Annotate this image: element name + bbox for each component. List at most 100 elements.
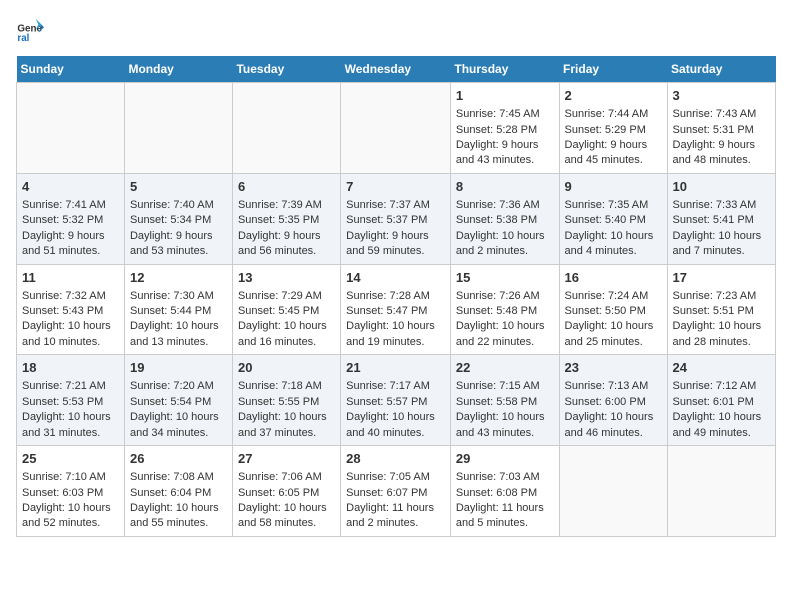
day-info-line: Daylight: 10 hours: [673, 319, 770, 334]
day-info-line: Sunrise: 7:40 AM: [130, 198, 227, 213]
day-info-line: Sunset: 5:38 PM: [456, 213, 554, 228]
day-info-line: Sunrise: 7:06 AM: [238, 470, 335, 485]
day-info-line: Sunset: 6:03 PM: [22, 486, 119, 501]
calendar-cell: 24Sunrise: 7:12 AMSunset: 6:01 PMDayligh…: [667, 355, 775, 446]
day-info-line: Sunrise: 7:20 AM: [130, 379, 227, 394]
day-info-line: Daylight: 10 hours: [130, 501, 227, 516]
calendar-cell: [232, 83, 340, 174]
day-info-line: Sunset: 5:37 PM: [346, 213, 445, 228]
day-number: 10: [673, 178, 770, 196]
day-info-line: and 53 minutes.: [130, 244, 227, 259]
day-info-line: and 40 minutes.: [346, 426, 445, 441]
calendar-cell: 6Sunrise: 7:39 AMSunset: 5:35 PMDaylight…: [232, 173, 340, 264]
day-number: 19: [130, 359, 227, 377]
day-info-line: and 58 minutes.: [238, 516, 335, 531]
day-info-line: Sunrise: 7:33 AM: [673, 198, 770, 213]
day-info-line: Daylight: 10 hours: [22, 410, 119, 425]
day-info-line: Daylight: 9 hours: [565, 138, 662, 153]
day-info-line: and 5 minutes.: [456, 516, 554, 531]
day-info-line: Sunrise: 7:43 AM: [673, 107, 770, 122]
calendar-cell: 23 Sunrise: 7:13 AMSunset: 6:00 PMDayligh…: [559, 355, 667, 446]
day-info-line: and 34 minutes.: [130, 426, 227, 441]
day-info-line: Sunrise: 7:21 AM: [22, 379, 119, 394]
day-number: 6: [238, 178, 335, 196]
day-info-line: and 55 minutes.: [130, 516, 227, 531]
day-info-line: Daylight: 10 hours: [565, 229, 662, 244]
day-info-line: Daylight: 11 hours: [346, 501, 445, 516]
day-info-line: Sunset: 5:57 PM: [346, 395, 445, 410]
day-number: 4: [22, 178, 119, 196]
day-info-line: Sunrise: 7:13 AM: [565, 379, 662, 394]
day-number: 22: [456, 359, 554, 377]
day-number: 29: [456, 450, 554, 468]
calendar-cell: 26Sunrise: 7:08 AMSunset: 6:04 PMDayligh…: [124, 446, 232, 537]
day-info-line: Daylight: 10 hours: [238, 410, 335, 425]
day-info-line: Daylight: 10 hours: [565, 410, 662, 425]
day-info-line: Sunrise: 7:28 AM: [346, 289, 445, 304]
day-info-line: Sunrise: 7:35 AM: [565, 198, 662, 213]
day-number: 12: [130, 269, 227, 287]
day-info-line: Daylight: 11 hours: [456, 501, 554, 516]
day-info-line: Sunset: 5:48 PM: [456, 304, 554, 319]
calendar-cell: 11Sunrise: 7:32 AMSunset: 5:43 PMDayligh…: [17, 264, 125, 355]
day-info-line: and 2 minutes.: [346, 516, 445, 531]
day-info-line: Sunset: 5:32 PM: [22, 213, 119, 228]
calendar-cell: 19Sunrise: 7:20 AMSunset: 5:54 PMDayligh…: [124, 355, 232, 446]
day-info-line: and 4 minutes.: [565, 244, 662, 259]
calendar-cell: [667, 446, 775, 537]
day-info-line: Sunset: 5:34 PM: [130, 213, 227, 228]
calendar-cell: 5Sunrise: 7:40 AMSunset: 5:34 PMDaylight…: [124, 173, 232, 264]
day-info-line: Daylight: 10 hours: [456, 319, 554, 334]
calendar-cell: 17Sunrise: 7:23 AMSunset: 5:51 PMDayligh…: [667, 264, 775, 355]
calendar-cell: 10Sunrise: 7:33 AMSunset: 5:41 PMDayligh…: [667, 173, 775, 264]
day-info-line: Daylight: 9 hours: [346, 229, 445, 244]
day-info-line: Sunset: 5:55 PM: [238, 395, 335, 410]
calendar-cell: 7Sunrise: 7:37 AMSunset: 5:37 PMDaylight…: [341, 173, 451, 264]
day-info-line: Daylight: 9 hours: [673, 138, 770, 153]
day-info-line: and 28 minutes.: [673, 335, 770, 350]
column-header-tuesday: Tuesday: [232, 56, 340, 83]
day-info-line: and 13 minutes.: [130, 335, 227, 350]
day-number: 13: [238, 269, 335, 287]
calendar-cell: 29 Sunrise: 7:03 AMSunset: 6:08 PMDayligh…: [450, 446, 559, 537]
day-info-line: Sunset: 5:44 PM: [130, 304, 227, 319]
calendar-cell: 12Sunrise: 7:30 AMSunset: 5:44 PMDayligh…: [124, 264, 232, 355]
day-info-line: Sunset: 6:00 PM: [565, 395, 662, 410]
calendar-cell: 2Sunrise: 7:44 AMSunset: 5:29 PMDaylight…: [559, 83, 667, 174]
column-header-sunday: Sunday: [17, 56, 125, 83]
day-info-line: Sunrise: 7:15 AM: [456, 379, 554, 394]
day-info-line: Daylight: 10 hours: [456, 410, 554, 425]
day-info-line: Sunset: 6:04 PM: [130, 486, 227, 501]
day-info-line: and 25 minutes.: [565, 335, 662, 350]
day-info-line: and 43 minutes.: [456, 153, 554, 168]
day-info-line: Sunset: 6:08 PM: [456, 486, 554, 501]
day-info-line: Daylight: 10 hours: [565, 319, 662, 334]
day-info-line: Daylight: 10 hours: [673, 410, 770, 425]
day-info-line: Sunrise: 7:37 AM: [346, 198, 445, 213]
day-info-line: and 49 minutes.: [673, 426, 770, 441]
day-number: 11: [22, 269, 119, 287]
week-row-3: 11Sunrise: 7:32 AMSunset: 5:43 PMDayligh…: [17, 264, 776, 355]
week-row-4: 18Sunrise: 7:21 AMSunset: 5:53 PMDayligh…: [17, 355, 776, 446]
day-info-line: Daylight: 9 hours: [456, 138, 554, 153]
header: Gene ral: [16, 16, 776, 44]
day-info-line: Sunset: 5:31 PM: [673, 123, 770, 138]
day-info-line: Daylight: 10 hours: [22, 319, 119, 334]
day-info-line: Daylight: 9 hours: [130, 229, 227, 244]
day-info-line: Sunrise: 7:03 AM: [456, 470, 554, 485]
calendar-cell: 18Sunrise: 7:21 AMSunset: 5:53 PMDayligh…: [17, 355, 125, 446]
day-number: 23: [565, 359, 662, 377]
day-info-line: Sunset: 6:05 PM: [238, 486, 335, 501]
day-number: 28: [346, 450, 445, 468]
day-number: 26: [130, 450, 227, 468]
day-number: 14: [346, 269, 445, 287]
day-info-line: and 45 minutes.: [565, 153, 662, 168]
day-info-line: Sunrise: 7:45 AM: [456, 107, 554, 122]
day-info-line: Sunrise: 7:39 AM: [238, 198, 335, 213]
day-info-line: Sunset: 5:28 PM: [456, 123, 554, 138]
day-info-line: Sunrise: 7:30 AM: [130, 289, 227, 304]
day-info-line: Sunrise: 7:10 AM: [22, 470, 119, 485]
day-number: 3: [673, 87, 770, 105]
day-info-line: Daylight: 10 hours: [346, 410, 445, 425]
calendar-cell: 27Sunrise: 7:06 AMSunset: 6:05 PMDayligh…: [232, 446, 340, 537]
